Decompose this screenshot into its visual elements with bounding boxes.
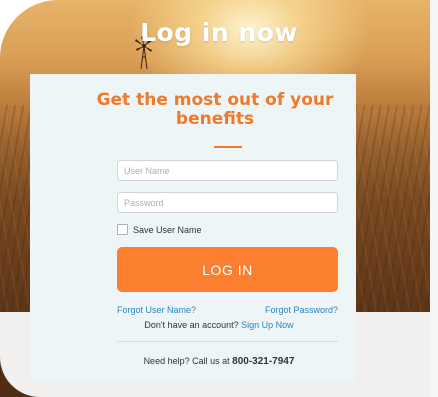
no-account-row: Don't have an account? Sign Up Now [0, 320, 438, 330]
heading-accent-divider [214, 146, 242, 148]
forgot-username-link[interactable]: Forgot User Name? [117, 305, 196, 315]
page-edge [430, 0, 438, 397]
help-row: Need help? Call us at 800-321-7947 [0, 356, 438, 367]
save-username-row[interactable]: Save User Name [117, 224, 202, 235]
password-input[interactable] [117, 192, 338, 213]
signup-link[interactable]: Sign Up Now [241, 320, 294, 330]
username-input[interactable] [117, 160, 338, 181]
page-title: Log in now [140, 18, 298, 47]
login-button[interactable]: LOG IN [117, 247, 338, 292]
help-text: Need help? Call us at [143, 356, 230, 366]
save-username-checkbox[interactable] [117, 224, 128, 235]
save-username-label: Save User Name [133, 224, 202, 235]
help-phone-number[interactable]: 800-321-7947 [232, 356, 294, 367]
help-divider [117, 341, 338, 342]
forgot-password-link[interactable]: Forgot Password? [265, 305, 338, 315]
no-account-text: Don't have an account? [144, 320, 239, 330]
card-heading: Get the most out of your benefits [96, 90, 334, 129]
